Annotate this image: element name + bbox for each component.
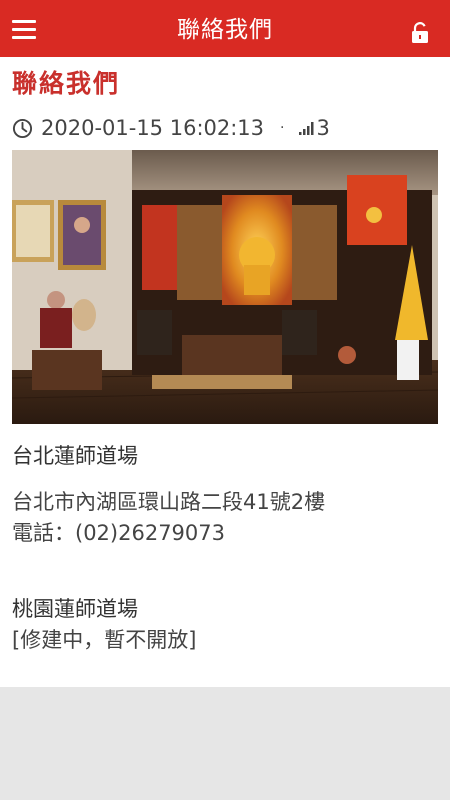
signal-bars-icon: [298, 122, 313, 135]
location-status: [修建中，暫不開放]: [12, 628, 197, 652]
main-content: 聯絡我們 2020-01-15 16:02:13 · 3 台北蓮師道場 台北市內…: [0, 57, 450, 687]
shrine-photo: [12, 150, 438, 424]
meta-separator: ·: [280, 120, 285, 136]
location-name: 台北蓮師道場: [12, 444, 138, 468]
lock-button[interactable]: [410, 22, 430, 44]
location-name: 桃園蓮師道場: [12, 597, 138, 621]
location-phone[interactable]: 電話：(02)26279073: [12, 519, 225, 547]
view-count: 3: [316, 116, 330, 140]
location-address: 台北市內湖區環山路二段41號2樓: [12, 490, 326, 514]
header-title: 聯絡我們: [177, 17, 273, 43]
page-title: 聯絡我們: [12, 69, 121, 98]
article-meta: 2020-01-15 16:02:13 · 3: [12, 114, 330, 142]
app-header: 聯絡我們: [0, 0, 450, 57]
unlock-icon: [412, 22, 428, 43]
post-datetime: 2020-01-15 16:02:13: [41, 116, 265, 140]
clock-icon: [12, 118, 33, 138]
